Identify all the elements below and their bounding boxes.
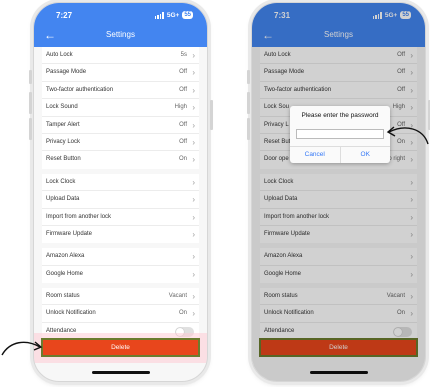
settings-row-label: Lock Sound [46, 104, 78, 111]
settings-row[interactable]: Auto Lock 5s › [42, 47, 199, 65]
settings-row-value: High [174, 104, 187, 111]
settings-row-label: Passage Mode [46, 69, 87, 76]
settings-row-value: Off [179, 121, 187, 128]
settings-row[interactable]: Lock Sound High › [42, 99, 199, 117]
phone-settings-screen: 7:27 5G+ 55 ← Settings Auto Lock 5s › Passa… [33, 2, 208, 382]
side-button [247, 70, 250, 84]
password-dialog: Please enter the password Cancel OK [290, 106, 390, 163]
settings-row-label: Upload Data [46, 196, 80, 203]
settings-row-label: Google Home [46, 270, 84, 277]
header: 7:27 5G+ 55 ← Settings [34, 3, 207, 47]
settings-row-value: On [178, 156, 187, 163]
cancel-button[interactable]: Cancel [290, 147, 340, 163]
settings-row[interactable]: Privacy Lock Off › [42, 134, 199, 152]
status-time: 7:27 [56, 11, 73, 20]
dialog-title: Please enter the password [301, 112, 379, 119]
chevron-right-icon: › [192, 137, 195, 147]
chevron-right-icon: › [192, 103, 195, 113]
chevron-right-icon: › [192, 85, 195, 95]
settings-row[interactable]: Import from another lock › [42, 209, 199, 226]
chevron-right-icon: › [192, 309, 195, 319]
settings-group: Lock Clock › Upload Data › Import from anoth… [42, 173, 199, 244]
status-bar: 7:27 5G+ 55 [34, 11, 207, 23]
settings-row-label: Import from another lock [46, 213, 112, 220]
chevron-right-icon: › [192, 120, 195, 130]
delete-button[interactable]: Delete [43, 340, 198, 355]
settings-row-value: Off [179, 69, 187, 76]
settings-row[interactable]: Passage Mode Off › [42, 64, 199, 82]
side-button [29, 92, 32, 114]
network-label: 5G+ [166, 11, 180, 19]
settings-row[interactable]: Google Home › [42, 266, 199, 283]
chevron-right-icon: › [192, 195, 195, 205]
settings-row-label: Firmware Update [46, 230, 93, 237]
settings-row-label: Unlock Notification [46, 310, 96, 317]
password-input[interactable] [296, 129, 384, 139]
chevron-right-icon: › [192, 177, 195, 187]
settings-row-label: Lock Clock [46, 178, 76, 185]
signal-icon [154, 11, 164, 19]
page-title: Settings [106, 30, 135, 39]
settings-row-label: Auto Lock [46, 52, 73, 58]
settings-group: Amazon Alexa › Google Home › [42, 248, 199, 284]
settings-row[interactable]: Reset Button On › [42, 151, 199, 168]
settings-row[interactable]: Tamper Alert Off › [42, 117, 199, 134]
phone-password-dialog-screen: 7:31 5G+ 55 ← Settings Auto Lock Off › Pass… [251, 2, 426, 382]
settings-row-label: Room status [46, 293, 80, 300]
settings-row-label: Amazon Alexa [46, 253, 85, 260]
settings-row-value: Off [179, 86, 187, 93]
settings-row-value: Off [179, 138, 187, 145]
side-button [210, 100, 213, 130]
chevron-right-icon: › [192, 229, 195, 239]
chevron-right-icon: › [192, 51, 195, 60]
chevron-right-icon: › [192, 212, 195, 222]
settings-row[interactable]: Firmware Update › [42, 226, 199, 243]
settings-row[interactable]: Lock Clock › [42, 174, 199, 192]
settings-row-value: On [178, 310, 187, 317]
settings-row[interactable]: Room status Vacant › [42, 288, 199, 306]
chevron-right-icon: › [192, 292, 195, 302]
settings-row-label: Privacy Lock [46, 138, 81, 145]
modal-overlay [252, 3, 425, 381]
settings-row-label: Two-factor authentication [46, 86, 114, 93]
chevron-right-icon: › [192, 269, 195, 279]
side-button [29, 70, 32, 84]
settings-row-value: 5s [180, 52, 187, 58]
battery-icon: 55 [182, 11, 193, 19]
side-button [29, 118, 32, 140]
arrow-to-password-field-icon [386, 126, 429, 145]
settings-row-value: Vacant [168, 293, 187, 300]
chevron-right-icon: › [192, 252, 195, 262]
chevron-right-icon: › [192, 155, 195, 165]
side-button [247, 118, 250, 140]
arrow-to-delete-icon [1, 341, 43, 356]
settings-group: Auto Lock 5s › Passage Mode Off › Two-factor a… [42, 47, 199, 169]
settings-row-label: Tamper Alert [46, 121, 80, 128]
settings-row-label: Reset Button [46, 156, 81, 163]
side-button [247, 92, 250, 114]
settings-row[interactable]: Two-factor authentication Off › [42, 82, 199, 100]
chevron-right-icon: › [192, 68, 195, 78]
settings-row[interactable]: Unlock Notification On › [42, 305, 199, 323]
ok-button[interactable]: OK [339, 147, 391, 163]
home-indicator [92, 371, 150, 374]
settings-list: Auto Lock 5s › Passage Mode Off › Two-factor a… [42, 47, 199, 345]
settings-row[interactable]: Amazon Alexa › [42, 248, 199, 266]
settings-row[interactable]: Upload Data › [42, 191, 199, 209]
